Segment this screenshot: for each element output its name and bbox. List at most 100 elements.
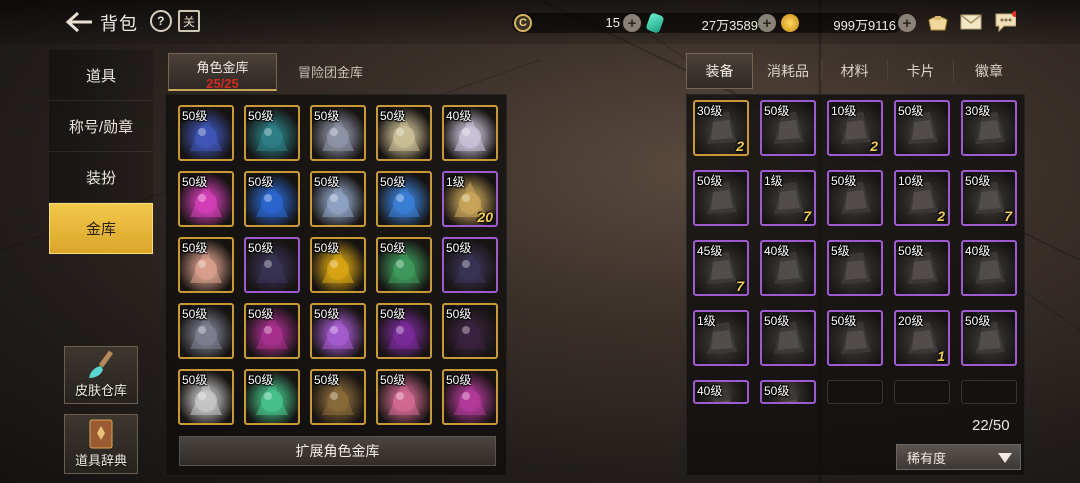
vault-item-slot[interactable]: 1级 20 xyxy=(442,171,498,227)
c-currency-value: 15 xyxy=(605,15,620,30)
gold-coin-icon xyxy=(781,14,799,32)
vault-item-slot[interactable]: 50级 xyxy=(310,369,366,425)
item-level-label: 50级 xyxy=(182,109,208,123)
vault-item-slot[interactable]: 40级 xyxy=(442,105,498,161)
nav-item-vault[interactable]: 金库 xyxy=(49,203,153,254)
vault-item-slot[interactable]: 50级 xyxy=(178,105,234,161)
tab-equipment[interactable]: 装备 xyxy=(686,53,753,89)
vault-item-slot[interactable]: 50级 xyxy=(244,171,300,227)
gold-value: 999万9116 xyxy=(833,18,896,33)
item-count-label: 2 xyxy=(736,138,744,154)
role-vault-count: 25/25 xyxy=(206,76,239,91)
vault-item-slot[interactable]: 50级 xyxy=(376,303,432,359)
empty-inventory-slot[interactable] xyxy=(827,380,883,404)
inventory-item-slot[interactable]: 50级 xyxy=(693,170,749,226)
inventory-item-slot[interactable]: 1级 xyxy=(693,310,749,366)
vault-item-slot[interactable]: 50级 xyxy=(244,369,300,425)
vault-item-slot[interactable]: 50级 xyxy=(310,105,366,161)
top-bar: 背包 ? 关 C 15 + 27万3589 + 999万9116 + xyxy=(0,0,1080,44)
add-c-currency-button[interactable]: + xyxy=(623,14,641,32)
inventory-item-slot[interactable]: 50级 xyxy=(760,380,816,404)
add-gold-button[interactable]: + xyxy=(898,14,916,32)
vault-item-slot[interactable]: 50级 xyxy=(178,303,234,359)
back-button[interactable] xyxy=(62,8,96,36)
vault-item-slot[interactable]: 50级 xyxy=(376,369,432,425)
vault-item-slot[interactable]: 50级 xyxy=(244,237,300,293)
inventory-item-slot[interactable]: 10级 2 xyxy=(827,100,883,156)
inventory-item-slot[interactable]: 30级 2 xyxy=(693,100,749,156)
vault-item-slot[interactable]: 50级 xyxy=(178,171,234,227)
inventory-item-slot[interactable]: 50级 xyxy=(760,310,816,366)
item-level-label: 50级 xyxy=(764,384,790,398)
tab-guild-vault[interactable]: 冒险团金库 xyxy=(298,62,363,81)
vault-item-slot[interactable]: 50级 xyxy=(244,303,300,359)
tab-cards[interactable]: 卡片 xyxy=(888,53,953,89)
empty-inventory-slot[interactable] xyxy=(961,380,1017,404)
inventory-item-slot[interactable]: 40级 xyxy=(693,380,749,404)
inventory-item-slot[interactable]: 20级 1 xyxy=(894,310,950,366)
item-level-label: 40级 xyxy=(764,244,790,258)
item-level-label: 50级 xyxy=(898,104,924,118)
inventory-item-slot[interactable]: 50级 xyxy=(827,170,883,226)
inventory-item-slot[interactable]: 50级 7 xyxy=(961,170,1017,226)
item-level-label: 50级 xyxy=(380,373,406,387)
skin-storage-button[interactable]: 皮肤仓库 xyxy=(64,346,138,404)
vault-item-slot[interactable]: 50级 xyxy=(442,369,498,425)
guide-book-button[interactable]: 关 xyxy=(178,10,200,32)
sort-select[interactable]: 稀有度 xyxy=(896,444,1021,470)
vault-item-slot[interactable]: 50级 xyxy=(244,105,300,161)
inventory-item-slot[interactable]: 40级 xyxy=(760,240,816,296)
chat-button[interactable] xyxy=(994,11,1016,33)
vault-item-slot[interactable]: 50级 xyxy=(310,171,366,227)
vault-item-slot[interactable]: 50级 xyxy=(376,171,432,227)
nav-item-items[interactable]: 道具 xyxy=(49,50,153,101)
inventory-item-slot[interactable]: 50级 xyxy=(760,100,816,156)
vault-item-slot[interactable]: 50级 xyxy=(376,237,432,293)
item-level-label: 50级 xyxy=(314,373,340,387)
item-level-label: 50级 xyxy=(831,174,857,188)
item-level-label: 40级 xyxy=(697,384,723,398)
vault-item-slot[interactable]: 50级 xyxy=(376,105,432,161)
expand-vault-button[interactable]: 扩展角色金库 xyxy=(179,436,496,466)
tab-role-vault[interactable]: 角色金库 25/25 xyxy=(168,53,277,91)
item-level-label: 50级 xyxy=(446,307,472,321)
nav-item-titles-medals[interactable]: 称号/勋章 xyxy=(49,101,153,152)
item-level-label: 50级 xyxy=(764,104,790,118)
inventory-item-slot[interactable]: 50级 xyxy=(827,310,883,366)
item-count-label: 7 xyxy=(736,278,744,294)
inventory-item-slot[interactable]: 10级 2 xyxy=(894,170,950,226)
vault-item-slot[interactable]: 50级 xyxy=(442,237,498,293)
add-gem-button[interactable]: + xyxy=(758,14,776,32)
item-level-label: 1级 xyxy=(446,175,465,189)
vault-item-slot[interactable]: 50级 xyxy=(310,303,366,359)
vault-item-slot[interactable]: 50级 xyxy=(178,237,234,293)
item-dictionary-button[interactable]: 道具辞典 xyxy=(64,414,138,474)
vault-item-slot[interactable]: 50级 xyxy=(442,303,498,359)
item-level-label: 50级 xyxy=(965,314,991,328)
inventory-item-slot[interactable]: 45级 7 xyxy=(693,240,749,296)
shop-button[interactable] xyxy=(926,12,948,32)
chat-icon xyxy=(995,11,1016,33)
item-level-label: 50级 xyxy=(831,314,857,328)
nav-item-outfits[interactable]: 装扮 xyxy=(49,152,153,203)
inventory-item-slot[interactable]: 50级 xyxy=(894,240,950,296)
tab-consumables[interactable]: 消耗品 xyxy=(755,53,821,89)
page-title: 背包 xyxy=(100,14,138,34)
vault-item-slot[interactable]: 50级 xyxy=(310,237,366,293)
inventory-item-slot[interactable]: 50级 xyxy=(894,100,950,156)
inventory-item-slot[interactable]: 50级 xyxy=(961,310,1017,366)
mail-button[interactable] xyxy=(960,12,982,32)
tab-materials[interactable]: 材料 xyxy=(822,53,887,89)
item-level-label: 50级 xyxy=(446,373,472,387)
item-count-label: 7 xyxy=(1004,208,1012,224)
vault-item-slot[interactable]: 50级 xyxy=(178,369,234,425)
inventory-item-slot[interactable]: 40级 xyxy=(961,240,1017,296)
inventory-item-slot[interactable]: 30级 xyxy=(961,100,1017,156)
inventory-item-slot[interactable]: 5级 xyxy=(827,240,883,296)
inventory-item-slot[interactable]: 1级 7 xyxy=(760,170,816,226)
item-level-label: 50级 xyxy=(380,109,406,123)
empty-inventory-slot[interactable] xyxy=(894,380,950,404)
tab-emblems[interactable]: 徽章 xyxy=(954,53,1024,89)
help-button[interactable]: ? xyxy=(145,5,177,37)
inventory-count: 22/50 xyxy=(972,417,1010,434)
